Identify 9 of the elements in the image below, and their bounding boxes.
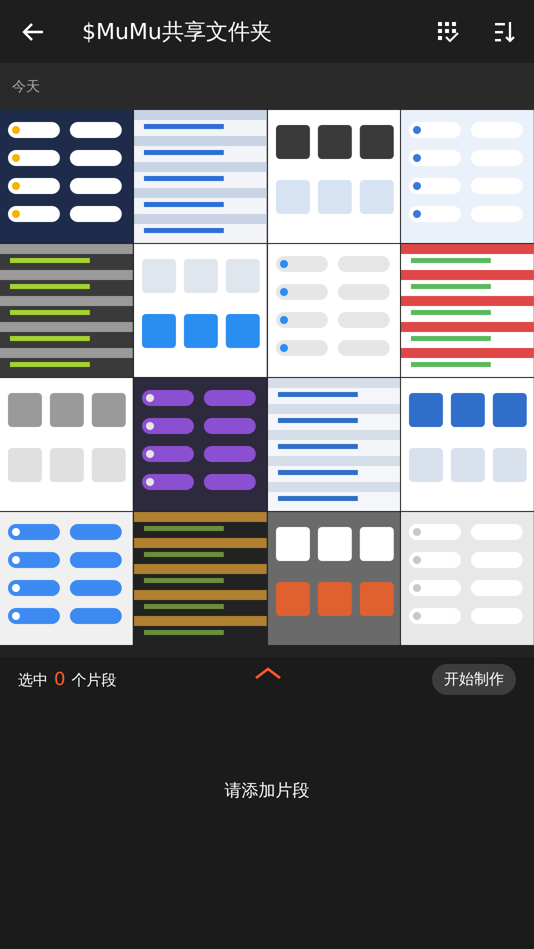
sort-icon	[495, 20, 515, 42]
back-arrow-icon	[22, 22, 44, 42]
start-button[interactable]: 开始制作	[432, 664, 516, 694]
page-title: $MuMu共享文件夹	[82, 18, 273, 46]
section-label: 今天	[12, 78, 40, 96]
selection-count: 选中 0 个片段	[18, 668, 116, 690]
grid-check-icon	[438, 22, 460, 42]
empty-hint: 请添加片段	[224, 780, 310, 802]
caret-up-icon[interactable]	[255, 667, 281, 679]
